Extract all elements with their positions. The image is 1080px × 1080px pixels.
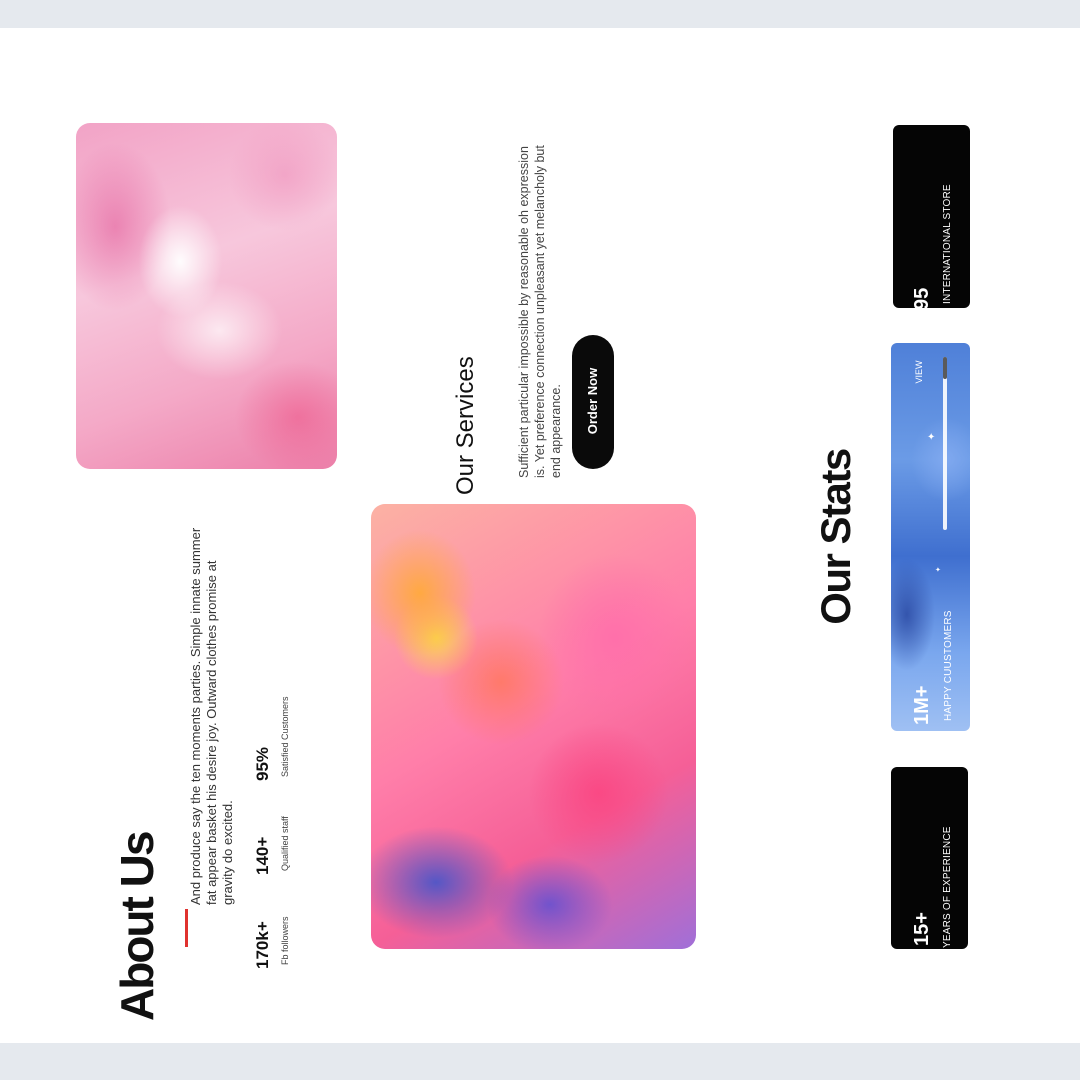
- stat-satisfied-customers-value: 95%: [253, 746, 272, 781]
- order-now-label: Order Now: [585, 367, 600, 435]
- stat-fb-followers-value: 170k+: [253, 921, 272, 969]
- stat-card-years-experience-value: 15+: [911, 912, 933, 946]
- about-us-title: About Us: [111, 832, 163, 1021]
- stat-card-international-store-label: INTERNATIONAL STORE: [942, 184, 953, 304]
- stat-satisfied-customers-label: Satisfied Customers: [280, 696, 290, 777]
- stat-card-happy-customers-value: 1M+: [911, 685, 933, 725]
- bottom-band: [0, 1043, 1080, 1080]
- our-services-title: Our Services: [452, 356, 479, 495]
- stat-card-years-experience-label: YEARS OF EXPERIENCE: [942, 826, 953, 948]
- sparkle-icon: ✦: [935, 567, 941, 574]
- sparkle-icon: ✦: [927, 432, 936, 443]
- top-band: [0, 0, 1080, 28]
- our-services-text: Sufficient particular impossible by reas…: [517, 145, 563, 478]
- pink-watercolor-image: [76, 123, 337, 469]
- view-link[interactable]: VIEW: [913, 357, 925, 387]
- colorful-watercolor-image: [371, 504, 696, 949]
- view-slider-thumb[interactable]: [943, 357, 947, 379]
- stat-card-happy-customers-label: HAPPY CUUSTOMERS: [943, 610, 954, 721]
- view-slider-track[interactable]: [943, 357, 947, 530]
- accent-line: [185, 909, 188, 947]
- stat-card-international-store-value: 95: [911, 287, 933, 310]
- stat-fb-followers-label: Fb followers: [280, 916, 290, 965]
- stat-qualified-staff-label: Qualified staff: [280, 816, 290, 871]
- our-stats-title: Our Stats: [812, 449, 859, 625]
- about-us-text: And produce say the ten moments parties.…: [188, 527, 235, 905]
- stat-qualified-staff-value: 140+: [253, 836, 272, 875]
